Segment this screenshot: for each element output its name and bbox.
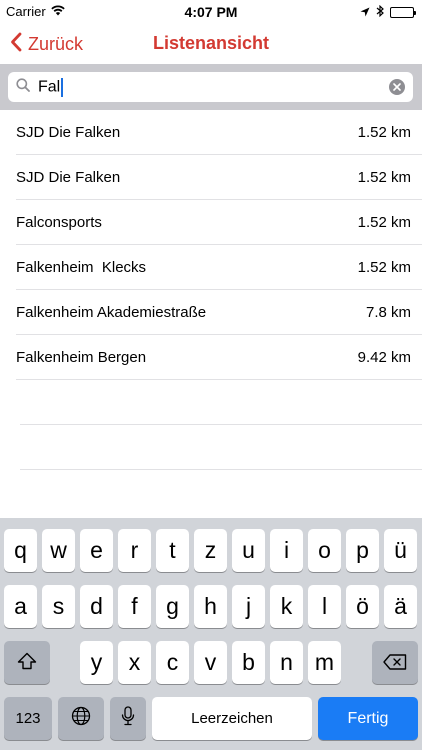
- key-h[interactable]: h: [194, 585, 227, 628]
- list-item[interactable]: Falconsports 1.52 km: [0, 200, 422, 245]
- key-x[interactable]: x: [118, 641, 151, 684]
- globe-key[interactable]: [58, 697, 104, 740]
- key-ae[interactable]: ä: [384, 585, 417, 628]
- item-name: SJD Die Falken: [16, 169, 121, 186]
- backspace-key[interactable]: [372, 641, 418, 684]
- key-y[interactable]: y: [80, 641, 113, 684]
- item-name: SJD Die Falken: [16, 124, 121, 141]
- backspace-icon: [383, 649, 407, 676]
- key-j[interactable]: j: [232, 585, 265, 628]
- navigation-bar: Zurück Listenansicht: [0, 24, 422, 64]
- battery-icon: [390, 7, 416, 18]
- globe-icon: [71, 705, 91, 732]
- key-a[interactable]: a: [4, 585, 37, 628]
- key-m[interactable]: m: [308, 641, 341, 684]
- list-item[interactable]: SJD Die Falken 1.52 km: [0, 110, 422, 155]
- microphone-icon: [121, 705, 135, 732]
- status-bar: Carrier 4:07 PM: [0, 0, 422, 24]
- key-g[interactable]: g: [156, 585, 189, 628]
- key-oe[interactable]: ö: [346, 585, 379, 628]
- key-ue[interactable]: ü: [384, 529, 417, 572]
- item-distance: 9.42 km: [357, 349, 411, 366]
- item-name: Falkenheim Akademiestraße: [16, 304, 207, 321]
- empty-row: [0, 425, 422, 470]
- keyboard: q w e r t z u i o p ü a s d f g h j k l …: [0, 518, 422, 750]
- key-u[interactable]: u: [232, 529, 265, 572]
- item-distance: 1.52 km: [357, 124, 411, 141]
- item-name: Falkenheim Klecks: [16, 259, 147, 276]
- key-k[interactable]: k: [270, 585, 303, 628]
- key-z[interactable]: z: [194, 529, 227, 572]
- key-s[interactable]: s: [42, 585, 75, 628]
- clear-icon[interactable]: [389, 79, 405, 95]
- location-arrow-icon: [360, 5, 370, 20]
- item-distance: 7.8 km: [365, 304, 411, 321]
- key-r[interactable]: r: [118, 529, 151, 572]
- key-p[interactable]: p: [346, 529, 379, 572]
- numbers-key[interactable]: 123: [4, 697, 52, 740]
- key-f[interactable]: f: [118, 585, 151, 628]
- space-key[interactable]: Leerzeichen: [152, 697, 312, 740]
- search-query-text: Fal: [38, 78, 61, 96]
- key-w[interactable]: w: [42, 529, 75, 572]
- key-c[interactable]: c: [156, 641, 189, 684]
- key-e[interactable]: e: [80, 529, 113, 572]
- status-time: 4:07 PM: [184, 4, 238, 20]
- key-d[interactable]: d: [80, 585, 113, 628]
- key-v[interactable]: v: [194, 641, 227, 684]
- empty-row: [0, 380, 422, 425]
- key-i[interactable]: i: [270, 529, 303, 572]
- shift-key[interactable]: [4, 641, 50, 684]
- key-b[interactable]: b: [232, 641, 265, 684]
- results-list: SJD Die Falken 1.52 km SJD Die Falken 1.…: [0, 110, 422, 470]
- search-bar: Fal: [0, 64, 422, 110]
- search-icon: [16, 77, 30, 97]
- list-item[interactable]: SJD Die Falken 1.52 km: [0, 155, 422, 200]
- page-title: Listenansicht: [152, 33, 270, 53]
- item-distance: 1.52 km: [357, 214, 411, 231]
- done-key[interactable]: Fertig: [318, 697, 418, 740]
- item-name: Falkenheim Bergen: [16, 349, 147, 366]
- text-cursor: [61, 77, 64, 97]
- list-item[interactable]: Falkenheim Bergen 9.42 km: [0, 335, 422, 380]
- key-l[interactable]: l: [308, 585, 341, 628]
- item-distance: 1.52 km: [357, 259, 411, 276]
- list-item[interactable]: Falkenheim Klecks 1.52 km: [0, 245, 422, 290]
- bluetooth-icon: [376, 4, 384, 20]
- dictation-key[interactable]: [110, 697, 146, 740]
- status-right: [360, 4, 416, 20]
- key-t[interactable]: t: [156, 529, 189, 572]
- item-distance: 1.52 km: [357, 169, 411, 186]
- item-name: Falconsports: [16, 214, 102, 231]
- shift-icon: [17, 649, 37, 676]
- list-item[interactable]: Falkenheim Akademiestraße 7.8 km: [0, 290, 422, 335]
- key-n[interactable]: n: [270, 641, 303, 684]
- key-q[interactable]: q: [4, 529, 37, 572]
- search-input[interactable]: Fal: [8, 72, 413, 102]
- search-value: Fal: [38, 77, 64, 97]
- key-o[interactable]: o: [308, 529, 341, 572]
